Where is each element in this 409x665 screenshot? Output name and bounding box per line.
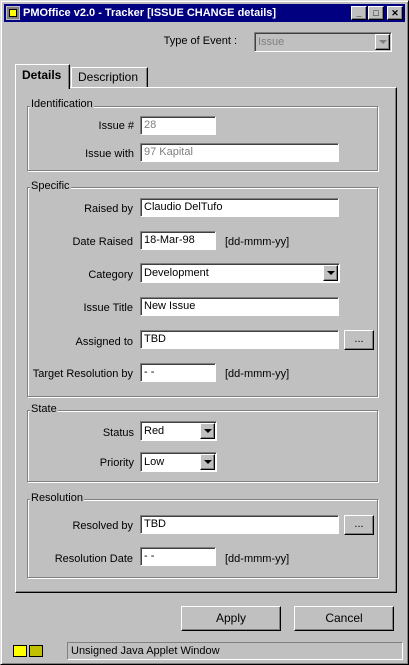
event-type-value: Issue bbox=[258, 36, 285, 48]
resolved-by-browse-button[interactable]: ... bbox=[344, 515, 374, 535]
maximize-button[interactable]: □ bbox=[368, 6, 384, 20]
issue-with-label: Issue with bbox=[85, 148, 134, 160]
date-raised-label: Date Raised bbox=[72, 236, 133, 248]
chevron-down-icon[interactable] bbox=[375, 34, 390, 50]
target-resolution-label: Target Resolution by bbox=[32, 368, 133, 380]
status-value: Red bbox=[144, 425, 165, 437]
java-applet-icon bbox=[13, 643, 61, 659]
issue-with-field[interactable]: 97 Kapital bbox=[140, 143, 339, 162]
target-resolution-format-hint: [dd-mmm-yy] bbox=[225, 368, 290, 380]
cancel-button[interactable]: Cancel bbox=[294, 606, 394, 631]
assigned-to-field[interactable]: TBD bbox=[140, 330, 339, 349]
resolution-date-label: Resolution Date bbox=[54, 553, 133, 565]
category-label: Category bbox=[88, 269, 133, 281]
resolution-title: Resolution bbox=[30, 492, 84, 504]
date-raised-format-hint: [dd-mmm-yy] bbox=[225, 236, 290, 248]
issue-number-field[interactable]: 28 bbox=[140, 116, 216, 135]
resolved-by-field[interactable]: TBD bbox=[140, 515, 339, 534]
priority-value: Low bbox=[144, 456, 165, 468]
resolution-date-format-hint: [dd-mmm-yy] bbox=[225, 553, 290, 565]
status-label: Status bbox=[102, 427, 134, 439]
close-icon: ✕ bbox=[391, 8, 399, 18]
maximize-icon: □ bbox=[373, 8, 379, 18]
tab-details[interactable]: Details bbox=[15, 64, 70, 89]
resolution-group bbox=[27, 499, 378, 578]
status-text: Unsigned Java Applet Window bbox=[67, 642, 403, 660]
chevron-down-icon[interactable] bbox=[323, 265, 338, 281]
date-raised-field[interactable]: 18-Mar-98 bbox=[140, 231, 216, 250]
issue-title-label: Issue Title bbox=[83, 302, 133, 314]
app-icon[interactable] bbox=[6, 6, 20, 20]
event-type-select[interactable]: Issue bbox=[254, 32, 392, 52]
specific-title: Specific bbox=[30, 180, 71, 192]
tab-description[interactable]: Description bbox=[71, 67, 148, 88]
resolution-date-field[interactable]: - - bbox=[140, 547, 216, 566]
resolved-by-label: Resolved by bbox=[72, 520, 133, 532]
assigned-to-browse-button[interactable]: ... bbox=[344, 330, 374, 350]
title-bar[interactable]: PMOffice v2.0 - Tracker [ISSUE CHANGE de… bbox=[4, 4, 405, 22]
applet-window: PMOffice v2.0 - Tracker [ISSUE CHANGE de… bbox=[0, 0, 409, 665]
close-button[interactable]: ✕ bbox=[387, 6, 403, 20]
chevron-down-icon[interactable] bbox=[200, 423, 215, 439]
chevron-down-icon[interactable] bbox=[200, 454, 215, 470]
identification-title: Identification bbox=[30, 98, 94, 110]
state-title: State bbox=[30, 403, 58, 415]
raised-by-label: Raised by bbox=[84, 203, 133, 215]
status-select[interactable]: Red bbox=[140, 421, 217, 441]
raised-by-field[interactable]: Claudio DelTufo bbox=[140, 198, 339, 217]
minimize-icon: _ bbox=[356, 8, 362, 18]
category-value: Development bbox=[144, 267, 209, 279]
status-bar: Unsigned Java Applet Window bbox=[5, 641, 405, 661]
assigned-to-label: Assigned to bbox=[75, 336, 133, 348]
apply-button[interactable]: Apply bbox=[181, 606, 281, 631]
priority-label: Priority bbox=[99, 457, 134, 469]
window-title: PMOffice v2.0 - Tracker [ISSUE CHANGE de… bbox=[23, 7, 277, 19]
minimize-button[interactable]: _ bbox=[351, 6, 367, 20]
issue-title-field[interactable]: New Issue bbox=[140, 297, 339, 316]
category-select[interactable]: Development bbox=[140, 263, 340, 283]
event-type-label: Type of Event : bbox=[163, 35, 237, 47]
issue-number-label: Issue # bbox=[98, 120, 134, 132]
target-resolution-field[interactable]: - - bbox=[140, 363, 216, 382]
priority-select[interactable]: Low bbox=[140, 452, 217, 472]
